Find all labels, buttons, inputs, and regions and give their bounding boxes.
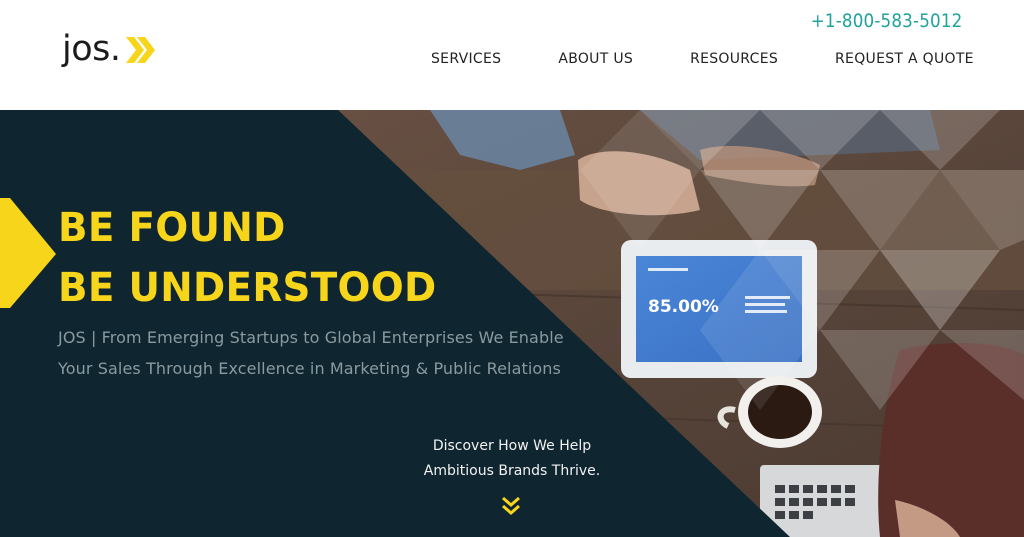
discover-line-2: Ambitious Brands Thrive. xyxy=(423,463,601,479)
main-nav: SERVICES ABOUT US RESOURCES REQUEST A QU… xyxy=(431,51,974,67)
subtitle-line-1: JOS | From Emerging Startups to Global E… xyxy=(58,328,564,347)
logo-link[interactable]: jos. xyxy=(62,32,156,67)
hero-section: 85.00% BE FOUND BE UNDERSTOOD JOS | From… xyxy=(0,110,1024,537)
site-header: jos. +1-800-583-5012 SERVICES ABOUT US R… xyxy=(0,0,1024,110)
phone-link[interactable]: +1-800-583-5012 xyxy=(810,10,962,32)
nav-services[interactable]: SERVICES xyxy=(431,51,501,67)
discover-text: Discover How We Help Ambitious Brands Th… xyxy=(397,434,627,484)
logo-text: jos. xyxy=(62,29,121,69)
subtitle-line-2: Your Sales Through Excellence in Marketi… xyxy=(58,359,561,378)
hero-headline: BE FOUND BE UNDERSTOOD xyxy=(58,198,437,318)
double-chevron-right-icon xyxy=(125,36,155,63)
double-chevron-down-icon[interactable] xyxy=(499,496,523,516)
hero-subtitle: JOS | From Emerging Startups to Global E… xyxy=(58,322,658,384)
nav-resources[interactable]: RESOURCES xyxy=(690,51,778,67)
discover-line-1: Discover How We Help xyxy=(432,438,592,454)
headline-line-2: BE UNDERSTOOD xyxy=(58,265,437,311)
nav-about-us[interactable]: ABOUT US xyxy=(558,51,633,67)
nav-request-a-quote[interactable]: REQUEST A QUOTE xyxy=(835,51,974,67)
headline-line-1: BE FOUND xyxy=(58,205,286,251)
